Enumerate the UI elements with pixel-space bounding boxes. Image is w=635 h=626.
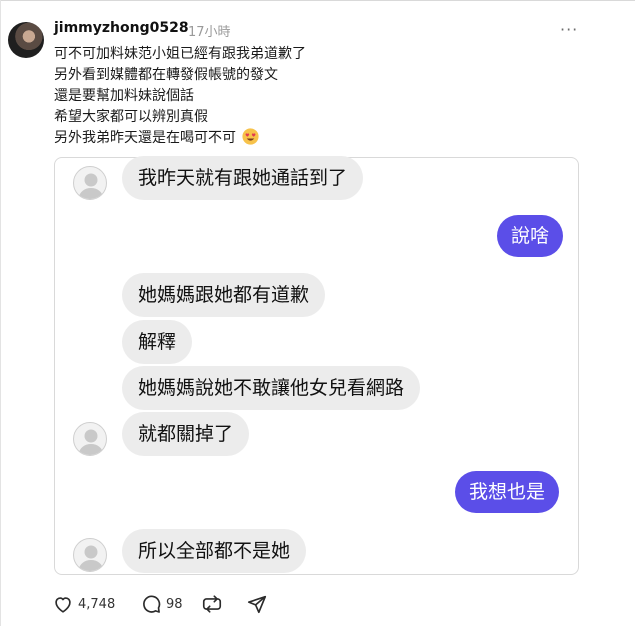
comment-icon: [143, 595, 161, 613]
left-divider: [0, 0, 1, 626]
incoming-message: 就都關掉了: [122, 412, 250, 456]
username[interactable]: jimmyzhong0528: [54, 20, 189, 36]
incoming-message: 我昨天就有跟她通話到了: [122, 156, 364, 200]
avatar[interactable]: [8, 22, 44, 58]
top-divider: [0, 0, 635, 1]
post-line: 希望大家都可以辨別真假: [54, 109, 208, 125]
incoming-message: 所以全部都不是她: [122, 529, 307, 573]
post-time[interactable]: 17小時: [188, 21, 231, 40]
repost-icon: [202, 595, 222, 613]
post-line: 還是要幫加料妹說個話: [54, 88, 194, 104]
incoming-message: 她媽媽跟她都有道歉: [122, 273, 326, 317]
share-icon: [247, 595, 267, 614]
heart-eyes-emoji-icon: [242, 128, 260, 145]
person-placeholder-icon: [78, 545, 104, 571]
repost-button[interactable]: [201, 592, 223, 616]
outgoing-message: 我想也是: [455, 471, 560, 513]
chat-avatar: [73, 422, 107, 456]
post-line: 另外我弟昨天還是在喝可不可: [54, 128, 574, 149]
post-body: 可不可加料妹范小姐已經有跟我弟道歉了 另外看到媒體都在轉發假帳號的發文 還是要幫…: [54, 44, 574, 149]
post-line: 可不可加料妹范小姐已經有跟我弟道歉了: [54, 46, 306, 62]
person-placeholder-icon: [78, 173, 104, 199]
post-line: 另外看到媒體都在轉發假帳號的發文: [54, 67, 278, 83]
share-button[interactable]: [246, 592, 268, 616]
comment-count: 98: [166, 596, 183, 612]
chat-avatar: [73, 538, 107, 572]
person-placeholder-icon: [78, 429, 104, 455]
chat-avatar: [73, 166, 107, 200]
incoming-message: 她媽媽說她不敢讓他女兒看網路: [122, 366, 421, 410]
outgoing-message: 說啥: [497, 215, 564, 257]
incoming-message: 解釋: [122, 320, 193, 364]
like-button[interactable]: 4,748: [52, 592, 115, 616]
like-count: 4,748: [78, 596, 116, 612]
comment-button[interactable]: 98: [140, 592, 183, 616]
heart-icon: [55, 597, 71, 613]
more-options-button[interactable]: ···: [560, 20, 578, 39]
